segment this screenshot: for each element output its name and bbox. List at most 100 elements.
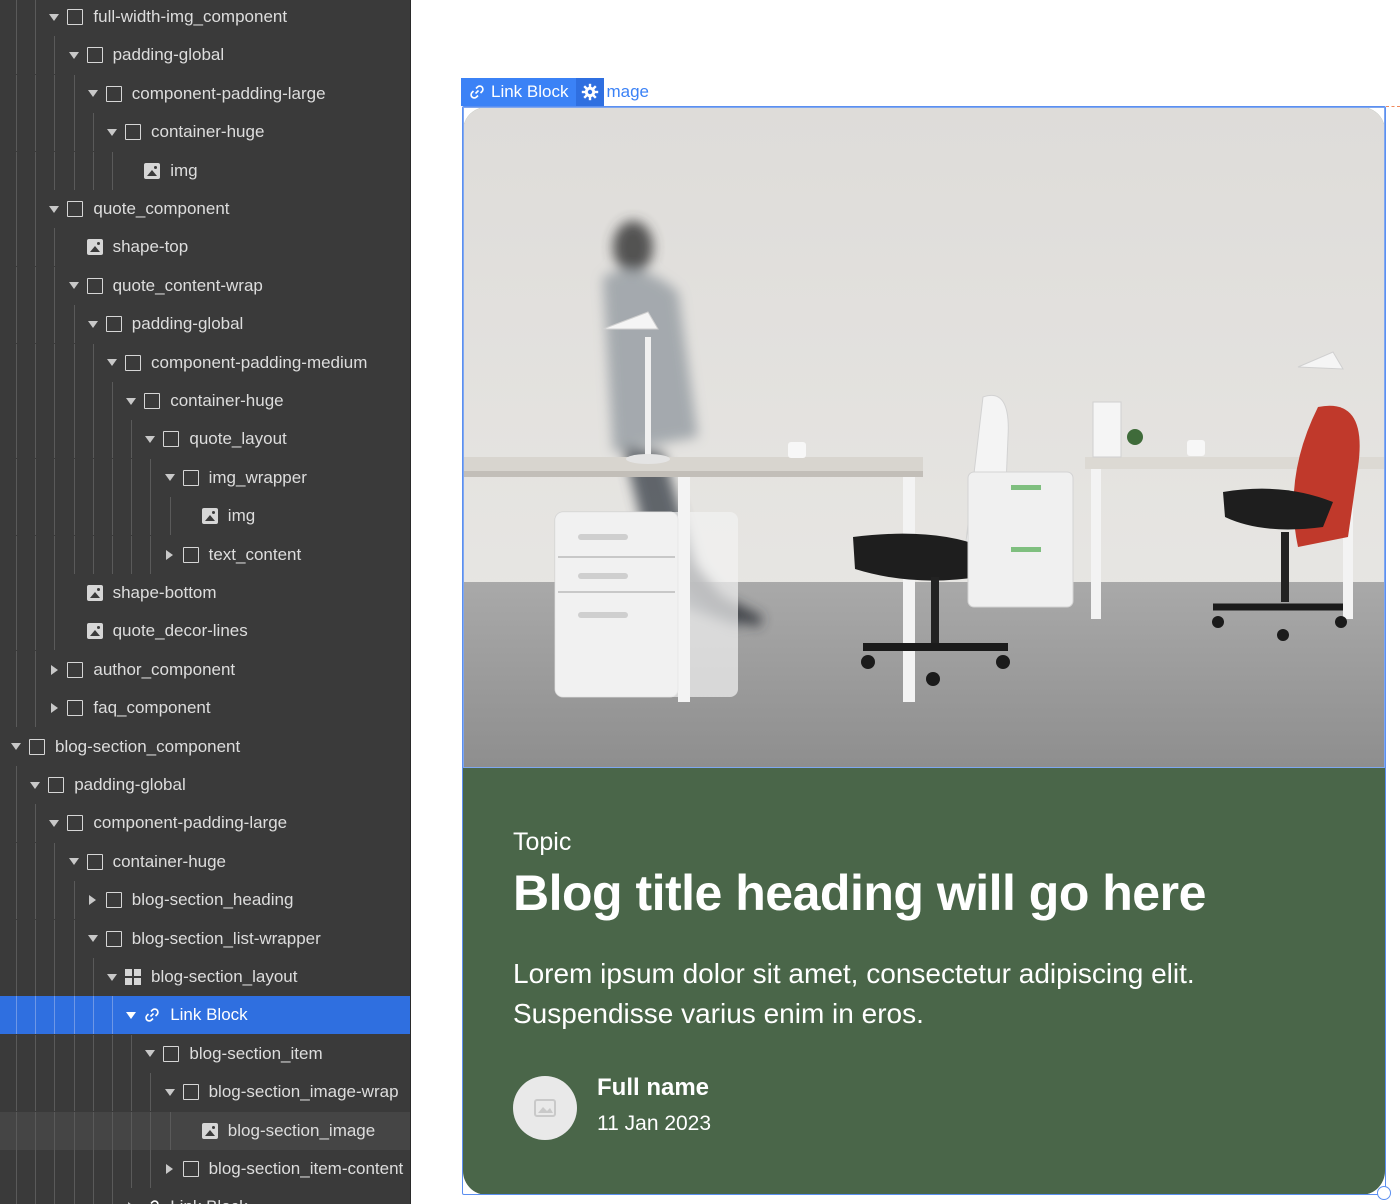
navigator-row[interactable]: padding-global <box>0 766 410 804</box>
navigator-row[interactable]: img <box>0 151 410 190</box>
caret-down-icon[interactable] <box>106 971 118 983</box>
box-icon <box>67 201 84 217</box>
navigator-row[interactable]: component-padding-large <box>0 74 410 113</box>
navigator-row[interactable]: blog-section_image <box>0 1111 410 1150</box>
tree-guide-line <box>54 458 56 497</box>
navigator-row[interactable]: Link Block <box>0 996 410 1035</box>
caret-down-icon[interactable] <box>87 933 99 945</box>
navigator-row-label: author_component <box>93 659 236 679</box>
caret-down-icon[interactable] <box>68 280 80 292</box>
tree-guide-line <box>35 113 37 152</box>
navigator-row[interactable]: container-huge <box>0 382 410 420</box>
tree-guide-line <box>16 1111 17 1150</box>
tree-guide-line <box>16 804 17 843</box>
element-badge[interactable]: Link Block mage <box>461 78 649 106</box>
navigator-row[interactable]: padding-global <box>0 36 410 75</box>
navigator-row[interactable]: blog-section_item <box>0 1034 410 1073</box>
navigator-row[interactable]: blog-section_item-content <box>0 1150 410 1188</box>
caret-down-icon[interactable] <box>164 1086 176 1098</box>
box-icon <box>67 700 84 717</box>
image-icon <box>144 162 161 179</box>
caret-right-icon[interactable] <box>164 1163 176 1175</box>
caret-down-icon[interactable] <box>68 49 80 61</box>
navigator-row[interactable]: shape-top <box>0 228 410 267</box>
caret-down-icon[interactable] <box>125 395 137 407</box>
caret-right-icon[interactable] <box>87 894 99 906</box>
navigator-row[interactable]: blog-section_image-wrap <box>0 1073 410 1112</box>
navigator-row-label: quote_content-wrap <box>112 275 263 295</box>
box-icon <box>67 661 84 678</box>
caret-down-icon[interactable] <box>48 817 60 829</box>
tree-guide-line <box>73 343 75 382</box>
caret-down-icon[interactable] <box>48 11 60 23</box>
navigator-row[interactable]: blog-section_list-wrapper <box>0 919 410 958</box>
resize-handle[interactable] <box>1377 1186 1391 1200</box>
tree-guide-line <box>54 497 56 536</box>
box-icon <box>67 9 84 25</box>
element-badge-label[interactable]: Link Block <box>461 78 577 106</box>
navigator-row[interactable]: blog-section_heading <box>0 881 410 920</box>
tree-guide-line <box>112 151 113 190</box>
element-settings-button[interactable] <box>576 78 605 106</box>
navigator-row-label: blog-section_item-content <box>208 1159 404 1178</box>
navigator-row[interactable]: quote_component <box>0 190 410 228</box>
caret-right-icon[interactable] <box>48 664 60 676</box>
navigator-row-label: full-width-img_component <box>93 7 288 26</box>
navigator-row[interactable]: text_content <box>0 535 410 574</box>
blog-section-image[interactable] <box>463 107 1385 768</box>
image-placeholder-icon <box>534 1099 556 1117</box>
tree-guide-line <box>54 958 56 996</box>
box-icon <box>105 85 122 102</box>
caret-down-icon[interactable] <box>29 779 41 791</box>
caret-down-icon[interactable] <box>48 203 60 215</box>
box-icon <box>182 546 199 563</box>
tree-guide-line <box>35 151 37 190</box>
tree-guide-line <box>112 996 113 1035</box>
navigator-row[interactable]: container-huge <box>0 113 410 152</box>
navigator-row[interactable]: component-padding-medium <box>0 343 410 382</box>
navigator-row-label: blog-section_image <box>227 1120 376 1140</box>
tree-guide-line <box>92 382 94 420</box>
caret-down-icon[interactable] <box>144 433 156 445</box>
design-canvas[interactable]: Topic Blog title heading will go here Lo… <box>411 0 1400 1204</box>
navigator-row[interactable]: quote_decor-lines <box>0 612 410 651</box>
tree-guide-line <box>169 1111 171 1150</box>
caret-down-icon[interactable] <box>106 126 118 138</box>
navigator-row[interactable]: shape-bottom <box>0 574 410 612</box>
navigator-row[interactable]: quote_layout <box>0 420 410 459</box>
tree-guide-line <box>54 113 56 152</box>
box-icon <box>125 354 141 371</box>
caret-down-icon[interactable] <box>10 741 22 753</box>
caret-down-icon[interactable] <box>87 88 99 100</box>
navigator-row[interactable]: component-padding-large <box>0 804 410 843</box>
blog-section-item[interactable]: Topic Blog title heading will go here Lo… <box>463 107 1385 1195</box>
caret-down-icon[interactable] <box>125 1009 137 1021</box>
navigator-row[interactable]: img <box>0 497 410 536</box>
caret-right-icon[interactable] <box>48 702 60 714</box>
navigator-row[interactable]: blog-section_component <box>0 728 410 766</box>
navigator-row[interactable]: quote_content-wrap <box>0 266 410 305</box>
grid-icon <box>125 969 141 985</box>
caret-down-icon[interactable] <box>106 357 118 369</box>
caret-right-icon[interactable] <box>164 549 176 561</box>
navigator-row[interactable]: Link Block <box>0 1188 410 1204</box>
tree-guide-line <box>35 36 37 75</box>
caret-down-icon[interactable] <box>68 856 80 868</box>
tree-guide-line <box>73 1073 75 1112</box>
tree-guide-line <box>92 1150 94 1188</box>
caret-down-icon[interactable] <box>164 472 176 484</box>
navigator-row[interactable]: full-width-img_component <box>0 0 410 36</box>
tree-guide-line <box>35 842 37 881</box>
caret-down-icon[interactable] <box>144 1048 156 1060</box>
navigator-row[interactable]: img_wrapper <box>0 458 410 497</box>
navigator-row[interactable]: author_component <box>0 650 410 689</box>
navigator-row[interactable]: container-huge <box>0 842 410 881</box>
navigator-row[interactable]: faq_component <box>0 689 410 728</box>
caret-down-icon[interactable] <box>87 318 99 330</box>
navigator-row-label: container-huge <box>151 122 265 142</box>
navigator-row[interactable]: blog-section_layout <box>0 958 410 996</box>
box-icon <box>86 47 103 64</box>
navigator-row[interactable]: padding-global <box>0 305 410 344</box>
tree-guide-line <box>131 535 133 574</box>
tree-guide-line <box>35 919 37 958</box>
